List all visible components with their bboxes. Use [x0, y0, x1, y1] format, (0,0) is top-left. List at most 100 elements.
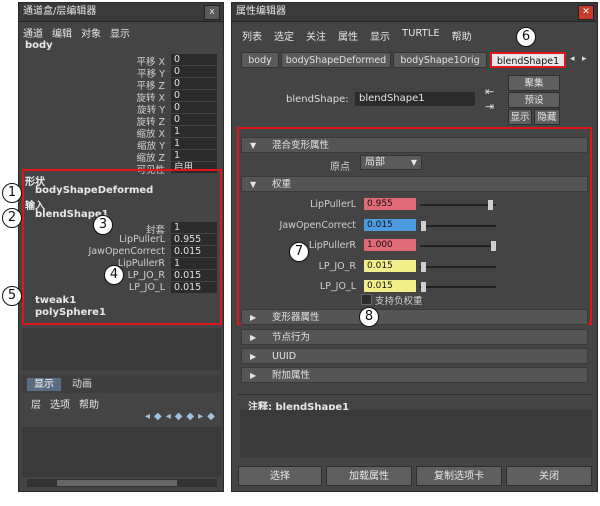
tab-display-layers[interactable]: 显示 — [27, 378, 61, 391]
close-button[interactable]: 关闭 — [506, 466, 592, 486]
channel-value[interactable]: 0 — [171, 114, 217, 125]
collapsed-arrow-icon: ▶ — [250, 371, 257, 380]
focus-button[interactable]: 聚集 — [508, 75, 560, 91]
tab-blendshape1[interactable]: blendShape1 — [490, 52, 566, 68]
input-connection-icon[interactable]: ⇤ — [485, 85, 494, 98]
weight-value-field[interactable]: 0.015 — [364, 218, 416, 231]
shape-node-name[interactable]: bodyShapeDeformed — [35, 185, 153, 196]
channel-value[interactable]: 0 — [171, 66, 217, 77]
marker-4: 4 — [104, 265, 124, 285]
menu-selected[interactable]: 选定 — [274, 28, 294, 43]
output-connection-icon[interactable]: ⇥ — [485, 100, 494, 113]
blend-attr-value[interactable]: 1 — [171, 222, 217, 233]
tab-anim-layers[interactable]: 动画 — [67, 378, 97, 391]
blend-attr-name[interactable]: LipPullerR — [45, 258, 165, 269]
weight-value-field[interactable]: 1.000 — [364, 239, 416, 251]
weight-slider-track[interactable] — [420, 286, 496, 288]
layer-action-icons[interactable]: ◂◆◂◆◆▸◆ — [145, 411, 219, 422]
section-node-behavior[interactable]: ▶ 节点行为 — [241, 329, 588, 345]
weight-slider-track[interactable] — [420, 265, 496, 268]
menu-object[interactable]: 对象 — [81, 25, 101, 40]
weight-slider-handle[interactable] — [421, 282, 427, 292]
tab-bodyshapedeformed[interactable]: bodyShapeDeformed — [281, 52, 391, 68]
weight-value-field[interactable]: 0.015 — [364, 280, 416, 292]
channel-box-panel: 通道盒/层编辑器 x 通道 编辑 对象 显示 body 平移 X 0 平移 Y … — [18, 2, 224, 492]
origin-dropdown[interactable]: 局部 ▼ — [360, 155, 422, 170]
blend-attr-value[interactable]: 0.015 — [171, 282, 217, 293]
channel-value[interactable]: 1 — [171, 126, 217, 137]
select-button[interactable]: 选择 — [238, 466, 322, 486]
channel-box-close-button[interactable]: x — [204, 5, 220, 20]
marker-3: 3 — [93, 215, 113, 235]
section-weights[interactable]: ▼ 权重 — [241, 176, 588, 192]
tab-scroll-right-icon[interactable]: ▸ — [582, 54, 587, 64]
weight-slider-handle[interactable] — [487, 200, 493, 210]
support-negative-checkbox[interactable] — [361, 294, 372, 305]
weight-label: JawOpenCorrect — [279, 219, 356, 231]
chevron-down-icon: ▼ — [410, 158, 417, 167]
channel-value[interactable]: 1 — [171, 138, 217, 149]
layer-menu: 层 选项 帮助 — [31, 396, 99, 411]
weight-slider-track[interactable] — [420, 245, 496, 247]
channel-value[interactable]: 0 — [171, 102, 217, 113]
menu-attributes[interactable]: 属性 — [338, 28, 358, 43]
menu-channels[interactable]: 通道 — [23, 25, 43, 40]
section-extra-attributes[interactable]: ▶ 附加属性 — [241, 367, 588, 383]
layer-scrollbar[interactable] — [27, 479, 217, 487]
marker-7: 7 — [289, 242, 309, 262]
notes-textarea[interactable] — [240, 410, 592, 458]
blend-attr-value[interactable]: 1 — [171, 258, 217, 269]
menu-focus[interactable]: 关注 — [306, 28, 326, 43]
hide-button[interactable]: 隐藏 — [534, 109, 560, 125]
channel-value[interactable]: 0 — [171, 54, 217, 65]
presets-button[interactable]: 预设 — [508, 92, 560, 108]
weight-slider-track[interactable] — [420, 224, 496, 227]
menu-show[interactable]: 显示 — [370, 28, 390, 43]
channel-box-empty-area — [22, 328, 221, 370]
blend-attr-name[interactable]: LipPullerL — [45, 234, 165, 245]
menu-layers[interactable]: 层 — [31, 396, 41, 411]
layer-scrollbar-thumb[interactable] — [57, 480, 177, 486]
channel-box-title: 通道盒/层编辑器 — [19, 3, 223, 22]
menu-display[interactable]: 显示 — [110, 25, 130, 40]
tab-scroll-left-icon[interactable]: ◂ — [570, 54, 575, 64]
channel-value[interactable]: 1 — [171, 150, 217, 161]
blend-attr-value[interactable]: 0.955 — [171, 234, 217, 245]
show-button[interactable]: 显示 — [508, 109, 532, 125]
load-attributes-button[interactable]: 加载属性 — [326, 466, 412, 486]
weight-slider-handle[interactable] — [421, 261, 427, 272]
tab-body[interactable]: body — [241, 52, 279, 68]
menu-options[interactable]: 选项 — [50, 396, 70, 411]
attribute-editor-close-button[interactable]: ✕ — [578, 5, 594, 20]
blend-attr-name[interactable]: JawOpenCorrect — [45, 246, 165, 257]
menu-list[interactable]: 列表 — [242, 28, 262, 43]
menu-help[interactable]: 帮助 — [452, 28, 472, 43]
blend-attr-value[interactable]: 0.015 — [171, 246, 217, 257]
menu-edit[interactable]: 编辑 — [52, 25, 72, 40]
section-deformer-attributes[interactable]: ▶ 变形器属性 — [241, 309, 588, 325]
weight-value-field[interactable]: 0.015 — [364, 259, 416, 272]
copy-tab-button[interactable]: 复制选项卡 — [416, 466, 502, 486]
origin-label: 原点 — [330, 162, 350, 173]
tab-bodyshape1orig[interactable]: bodyShape1Orig — [393, 52, 487, 68]
weight-slider-track[interactable] — [420, 204, 496, 206]
weight-value-field[interactable]: 0.955 — [364, 198, 416, 210]
channel-value[interactable]: 0 — [171, 78, 217, 89]
polysphere-node-name[interactable]: polySphere1 — [35, 307, 106, 318]
marker-6: 6 — [516, 27, 536, 47]
channel-value[interactable]: 0 — [171, 90, 217, 101]
collapsed-arrow-icon: ▶ — [250, 333, 257, 342]
weight-slider-handle[interactable] — [491, 241, 496, 251]
blend-attr-value[interactable]: 0.015 — [171, 270, 217, 281]
section-blend-attributes[interactable]: ▼ 混合变形属性 — [241, 137, 588, 153]
node-name-field[interactable]: blendShape1 — [355, 92, 475, 106]
menu-help[interactable]: 帮助 — [79, 396, 99, 411]
menu-turtle[interactable]: TURTLE — [402, 28, 440, 43]
blend-attr-name[interactable]: LP_JO_L — [45, 282, 165, 293]
weight-label: LipPullerL — [310, 199, 356, 210]
weight-slider-handle[interactable] — [421, 220, 427, 231]
support-negative-label: 支持负权重 — [375, 296, 423, 307]
tweak-node-name[interactable]: tweak1 — [35, 295, 76, 306]
section-uuid[interactable]: ▶ UUID — [241, 348, 588, 364]
attribute-editor-menu: 列表 选定 关注 属性 显示 TURTLE 帮助 — [242, 28, 472, 43]
